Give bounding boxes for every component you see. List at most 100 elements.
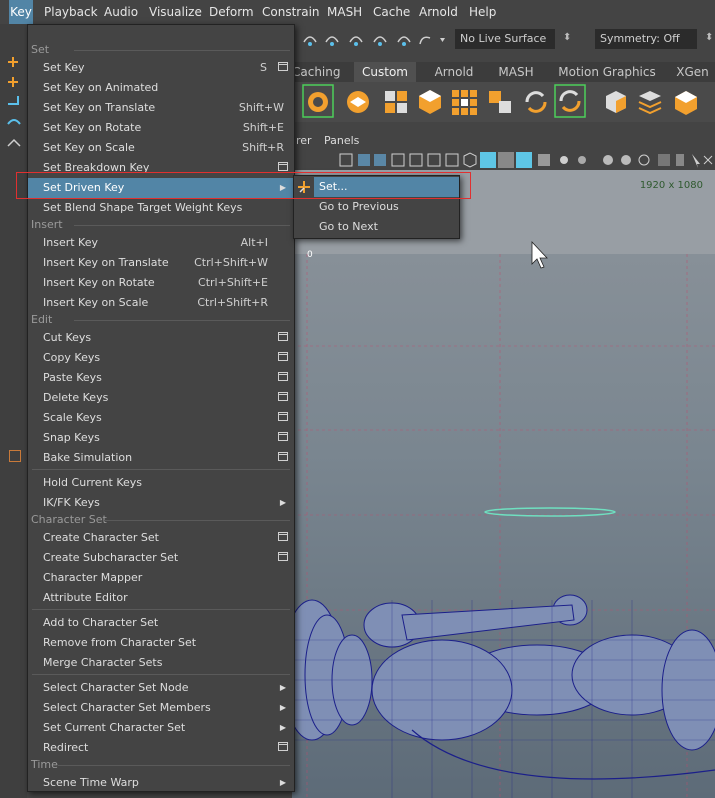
option-box-icon[interactable] (278, 432, 288, 441)
panel-menu-panels[interactable]: Panels (324, 134, 359, 147)
tab-mash[interactable]: MASH (490, 62, 542, 82)
option-box-icon[interactable] (278, 532, 288, 541)
menu-item-cut-keys[interactable]: Cut Keys (28, 328, 294, 348)
option-box-icon[interactable] (278, 552, 288, 561)
menu-item-remove-from-character-set[interactable]: Remove from Character Set (28, 633, 294, 653)
option-box-icon[interactable] (278, 162, 288, 171)
menu-item-hold-current-keys[interactable]: Hold Current Keys (28, 473, 294, 493)
submenu-item-go-to-previous[interactable]: Go to Previous (314, 197, 459, 217)
menu-item-create-character-set[interactable]: Create Character Set (28, 528, 294, 548)
submenu-item-go-to-next[interactable]: Go to Next (314, 217, 459, 237)
menu-cache[interactable]: Cache (373, 0, 410, 24)
menu-item-merge-character-sets[interactable]: Merge Character Sets (28, 653, 294, 673)
layers-icon[interactable] (344, 88, 372, 116)
tab-caching[interactable]: Caching (292, 62, 341, 82)
shelf (292, 82, 715, 122)
menu-item-copy-keys[interactable]: Copy Keys (28, 348, 294, 368)
menu-deform[interactable]: Deform (209, 0, 254, 24)
menu-item-paste-keys[interactable]: Paste Keys (28, 368, 294, 388)
menu-constrain[interactable]: Constrain (262, 0, 320, 24)
menu-item-attribute-editor[interactable]: Attribute Editor (28, 588, 294, 608)
menu-item-ik-fk-keys[interactable]: IK/FK Keys ▶ (28, 493, 294, 513)
menu-item-snap-keys[interactable]: Snap Keys (28, 428, 294, 448)
menu-item-set-key-on-rotate[interactable]: Set Key on Rotate Shift+E (28, 118, 294, 138)
menu-separator (32, 469, 290, 470)
viewport[interactable]: 1920 x 1080 0 (292, 170, 715, 798)
menu-audio[interactable]: Audio (104, 0, 138, 24)
key-menu: Set Set Key S Set Key on Animated Set Key… (27, 24, 295, 792)
stack-icon[interactable] (636, 88, 664, 116)
menu-item-redirect[interactable]: Redirect (28, 738, 294, 758)
menu-item-add-to-character-set[interactable]: Add to Character Set (28, 613, 294, 633)
cube-icon[interactable] (416, 88, 444, 116)
option-box-icon[interactable] (278, 452, 288, 461)
tab-xgen[interactable]: XGen (670, 62, 715, 82)
option-box-icon[interactable] (278, 412, 288, 421)
menu-arnold[interactable]: Arnold (419, 0, 458, 24)
blocks-icon[interactable] (382, 88, 410, 116)
menu-item-delete-keys[interactable]: Delete Keys (28, 388, 294, 408)
menu-item-create-subcharacter-set[interactable]: Create Subcharacter Set (28, 548, 294, 568)
tab-motion-graphics[interactable]: Motion Graphics (552, 62, 662, 82)
menu-mash[interactable]: MASH (327, 0, 362, 24)
menu-item-set-key-on-scale[interactable]: Set Key on Scale Shift+R (28, 138, 294, 158)
menu-item-select-character-set-members[interactable]: Select Character Set Members ▶ (28, 698, 294, 718)
menubar: Key Playback Audio Visualize Deform Cons… (0, 0, 715, 24)
section-set: Set (28, 42, 294, 58)
option-box-icon[interactable] (278, 62, 288, 71)
menu-item-insert-key[interactable]: Insert Key Alt+I (28, 233, 294, 253)
option-box-icon[interactable] (278, 332, 288, 341)
grid-icon[interactable] (450, 88, 478, 116)
menu-item-set-key[interactable]: Set Key S (28, 58, 294, 78)
snap-icons[interactable] (298, 28, 448, 52)
menu-item-character-mapper[interactable]: Character Mapper (28, 568, 294, 588)
submenu-arrow-icon: ▶ (279, 683, 286, 692)
menu-separator (32, 609, 290, 610)
menu-visualize[interactable]: Visualize (149, 0, 202, 24)
tool-strip (0, 24, 27, 798)
tool-strip-icons[interactable] (0, 24, 27, 174)
set-driven-shelf-icon[interactable] (302, 84, 334, 118)
submenu-arrow-icon: ▶ (279, 723, 286, 732)
menu-item-set-blend-shape-keys[interactable]: Set Blend Shape Target Weight Keys (28, 198, 294, 218)
split-icon[interactable] (486, 88, 514, 116)
menu-separator (32, 674, 290, 675)
cycle-icon[interactable] (522, 88, 550, 116)
menu-item-insert-key-on-translate[interactable]: Insert Key on Translate Ctrl+Shift+W (28, 253, 294, 273)
submenu-arrow-icon: ▶ (279, 778, 286, 787)
panel-menubar: rer Panels (292, 132, 715, 150)
live-surface-field[interactable]: No Live Surface (455, 29, 555, 49)
menu-item-select-character-set-node[interactable]: Select Character Set Node ▶ (28, 678, 294, 698)
package-icon[interactable] (672, 88, 700, 116)
option-box-icon[interactable] (278, 352, 288, 361)
tab-custom[interactable]: Custom (354, 62, 416, 82)
menu-item-set-current-character-set[interactable]: Set Current Character Set ▶ (28, 718, 294, 738)
menu-item-bake-simulation[interactable]: Bake Simulation (28, 448, 294, 468)
panel-menu-renderer[interactable]: rer (296, 134, 312, 147)
shelf-tabs: Caching Custom Arnold MASH Motion Graphi… (292, 62, 715, 82)
menu-key[interactable]: Key (9, 0, 33, 24)
viewport-toolbar (292, 150, 715, 170)
chevron-updown-icon[interactable]: ⬍ (705, 32, 713, 43)
annotation-highlight-box (16, 172, 471, 199)
tab-arnold[interactable]: Arnold (426, 62, 482, 82)
menu-item-set-key-on-translate[interactable]: Set Key on Translate Shift+W (28, 98, 294, 118)
option-box-icon[interactable] (278, 742, 288, 751)
menu-playback[interactable]: Playback (44, 0, 98, 24)
mouse-cursor-icon (531, 240, 548, 269)
menu-item-insert-key-on-rotate[interactable]: Insert Key on Rotate Ctrl+Shift+E (28, 273, 294, 293)
menu-help[interactable]: Help (469, 0, 496, 24)
submenu-arrow-icon: ▶ (279, 703, 286, 712)
option-box-icon[interactable] (278, 372, 288, 381)
section-insert: Insert (28, 217, 294, 233)
option-box-icon[interactable] (278, 392, 288, 401)
menu-item-set-key-on-animated[interactable]: Set Key on Animated (28, 78, 294, 98)
box-icon[interactable] (602, 88, 630, 116)
menu-item-insert-key-on-scale[interactable]: Insert Key on Scale Ctrl+Shift+R (28, 293, 294, 313)
menu-item-scene-time-warp[interactable]: Scene Time Warp ▶ (28, 773, 294, 793)
viewport-tool-icons[interactable] (292, 150, 715, 170)
symmetry-field[interactable]: Symmetry: Off (595, 29, 697, 49)
menu-item-scale-keys[interactable]: Scale Keys (28, 408, 294, 428)
cycle-selected-icon[interactable] (554, 84, 586, 118)
chevron-updown-icon[interactable]: ⬍ (563, 32, 571, 43)
